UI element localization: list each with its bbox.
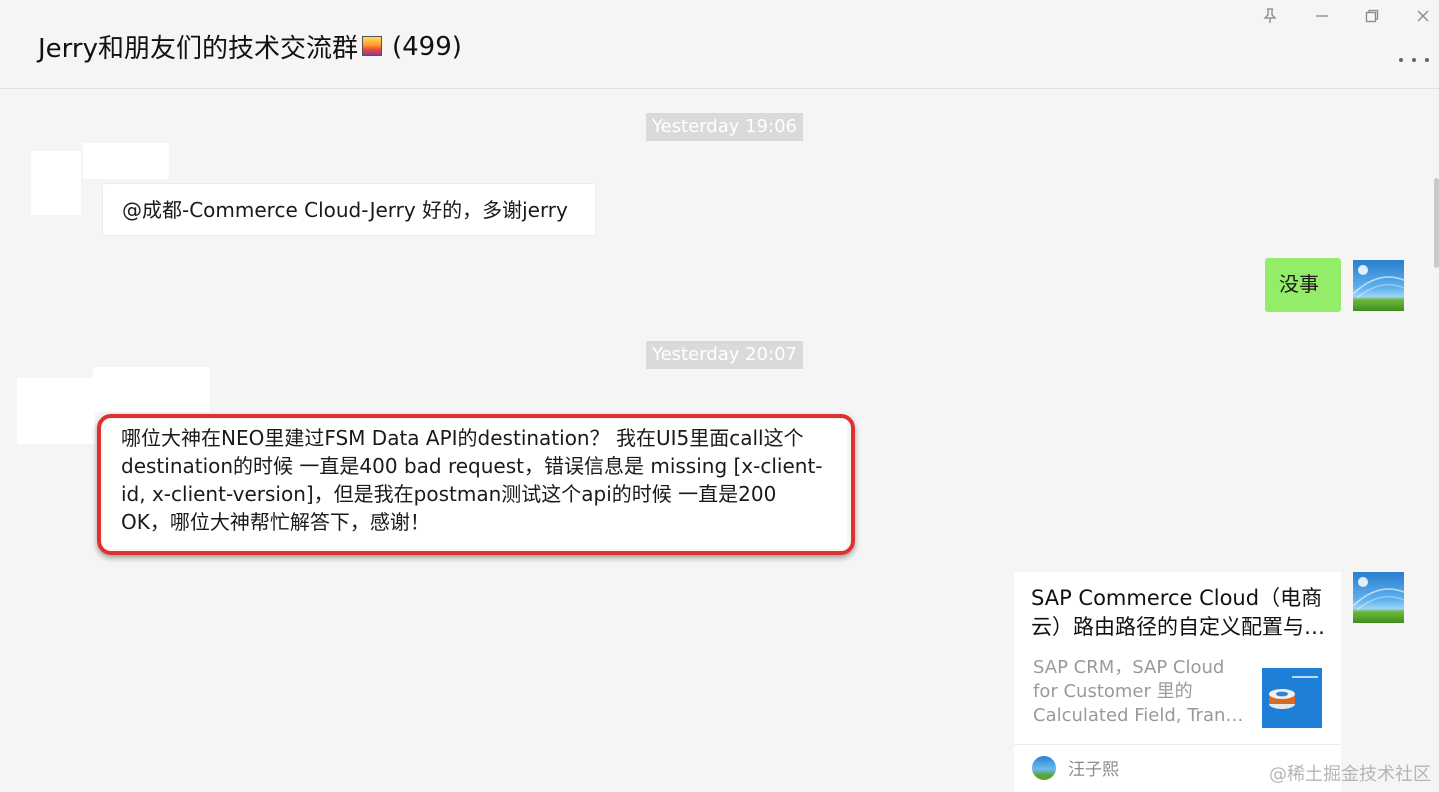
chat-title[interactable]: Jerry和朋友们的技术交流群 (499) (38, 28, 462, 65)
sender-name (83, 143, 169, 179)
link-card[interactable]: SAP Commerce Cloud（电商云）路由路径的自定义配置与实现 SAP… (1014, 572, 1341, 792)
sender-avatar[interactable] (17, 378, 95, 444)
link-card-source: 汪子熙 (1068, 760, 1119, 780)
message-bubble[interactable]: @成都-Commerce Cloud-Jerry 好的，多谢jerry (102, 183, 596, 236)
sender-avatar[interactable] (31, 151, 81, 215)
message-line: OK，哪位大神帮忙解答下，感谢！ (121, 510, 430, 534)
timestamp: Yesterday 19:06 (646, 113, 803, 141)
minimize-icon[interactable] (1310, 4, 1334, 28)
close-icon[interactable] (1411, 4, 1435, 28)
member-count: (499) (391, 31, 462, 62)
link-card-desc-line: SAP CRM，SAP Cloud (1033, 657, 1225, 678)
self-avatar[interactable] (1353, 572, 1404, 623)
message-line: id, x-client-version]，但是我在postman测试这个api… (121, 482, 777, 506)
message-text: 没事 (1279, 272, 1319, 296)
group-name: Jerry和朋友们的技术交流群 (38, 34, 358, 64)
sunset-emoji-icon (361, 35, 382, 56)
message-line: destination的时候 一直是400 bad request，错误信息是 … (121, 454, 823, 478)
link-card-desc-line: for Customer 里的 (1033, 681, 1193, 702)
self-message-bubble[interactable]: 没事 (1265, 258, 1341, 312)
more-options-icon[interactable] (1399, 50, 1429, 70)
source-avatar-icon (1032, 756, 1056, 780)
message-text: @成都-Commerce Cloud-Jerry 好的，多谢jerry (122, 198, 568, 222)
self-avatar[interactable] (1353, 260, 1404, 311)
scrollbar[interactable] (1434, 178, 1439, 268)
chat-header: Jerry和朋友们的技术交流群 (499) (0, 0, 1439, 89)
message-bubble[interactable]: 哪位大神在NEO里建过FSM Data API的destination？ 我在U… (103, 419, 847, 549)
pin-icon[interactable] (1258, 4, 1282, 28)
link-card-divider (1014, 744, 1341, 745)
sender-name (93, 367, 210, 412)
link-card-description: SAP CRM，SAP Cloud for Customer 里的 Calcul… (1033, 656, 1251, 728)
link-card-desc-line: Calculated Field, Transient Field (1033, 705, 1251, 726)
timestamp: Yesterday 20:07 (646, 341, 803, 369)
watermark: @稀土掘金技术社区 (1269, 764, 1431, 785)
link-card-thumbnail (1262, 668, 1322, 728)
message-line: 哪位大神在NEO里建过FSM Data API的destination？ 我在U… (121, 426, 804, 450)
maximize-icon[interactable] (1360, 4, 1384, 28)
link-card-title: SAP Commerce Cloud（电商云）路由路径的自定义配置与实现 (1031, 586, 1325, 639)
